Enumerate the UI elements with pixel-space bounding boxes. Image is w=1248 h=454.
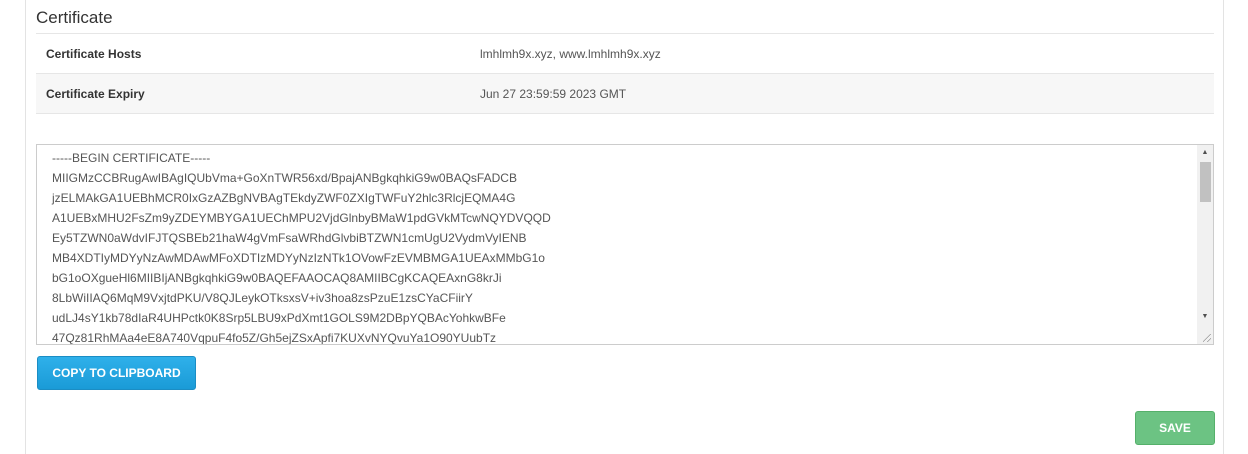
scroll-down-icon[interactable]: ▼ (1197, 310, 1213, 324)
certificate-hosts-label: Certificate Hosts (36, 33, 470, 74)
table-row: Certificate Expiry Jun 27 23:59:59 2023 … (36, 73, 1214, 114)
certificate-expiry-value: Jun 27 23:59:59 2023 GMT (470, 73, 1214, 114)
resize-handle-icon[interactable] (1203, 334, 1211, 342)
certificate-panel: Certificate Certificate Hosts lmhlmh9x.x… (25, 0, 1224, 454)
save-button[interactable]: SAVE (1135, 411, 1215, 445)
certificate-hosts-value: lmhlmh9x.xyz, www.lmhlmh9x.xyz (470, 33, 1214, 74)
section-title: Certificate (36, 8, 113, 27)
certificate-textarea[interactable]: -----BEGIN CERTIFICATE----- MIIGMzCCBRug… (36, 144, 1214, 345)
certificate-details-table: Certificate Hosts lmhlmh9x.xyz, www.lmhl… (36, 33, 1214, 114)
scroll-up-icon[interactable]: ▲ (1197, 146, 1213, 160)
scroll-thumb[interactable] (1200, 162, 1211, 202)
textarea-scrollbar[interactable]: ▲ ▼ (1197, 145, 1213, 344)
table-row: Certificate Hosts lmhlmh9x.xyz, www.lmhl… (36, 33, 1214, 74)
certificate-expiry-label: Certificate Expiry (36, 73, 470, 114)
certificate-text: -----BEGIN CERTIFICATE----- MIIGMzCCBRug… (52, 151, 551, 345)
copy-to-clipboard-button[interactable]: COPY TO CLIPBOARD (37, 356, 196, 390)
